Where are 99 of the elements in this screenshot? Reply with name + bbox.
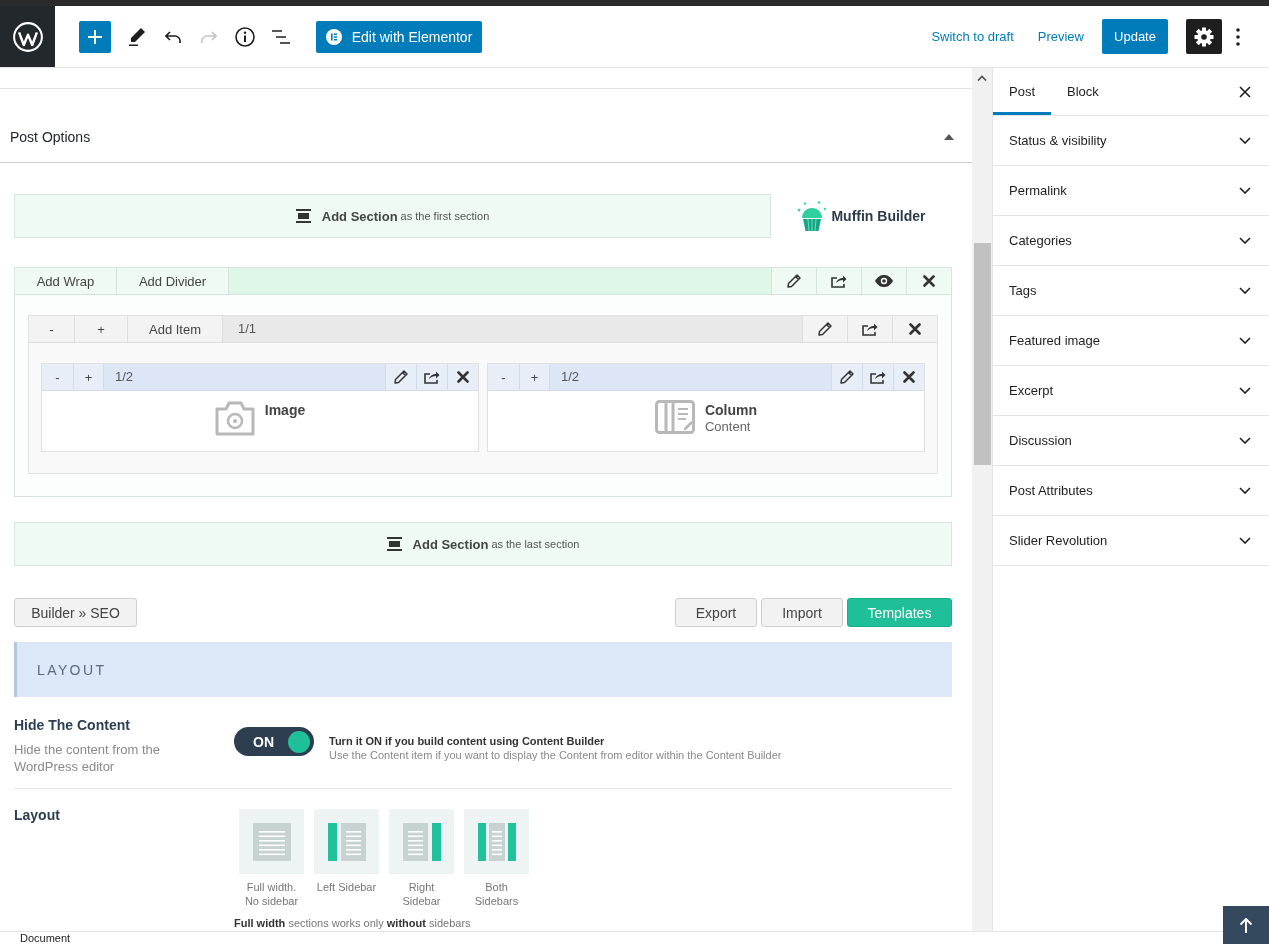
option-title: Hide The Content xyxy=(14,716,131,735)
both-sidebars-layout-icon xyxy=(477,822,516,861)
edit-button[interactable] xyxy=(771,268,816,294)
home-logo-button[interactable] xyxy=(0,6,55,67)
pencil-icon xyxy=(840,370,854,384)
increase-size-button[interactable]: + xyxy=(520,364,550,390)
camera-icon xyxy=(214,400,255,436)
add-block-button[interactable] xyxy=(79,20,111,53)
switch-to-draft-link[interactable]: Switch to draft xyxy=(925,21,1020,52)
section-heading: LAYOUT xyxy=(37,661,107,678)
close-icon xyxy=(923,275,935,287)
layout-option-label: Both Sidebars xyxy=(473,880,520,908)
elementor-edit-button[interactable]: Edit with Elementor xyxy=(316,20,482,53)
share-icon xyxy=(831,274,847,288)
export-button[interactable] xyxy=(416,364,447,390)
toggle-knob xyxy=(288,730,310,753)
help-text: Use the Content item if you want to display the Content from editor within the Content Builder xyxy=(329,748,782,762)
columns-document-icon xyxy=(654,400,695,434)
help-title: Turn it ON if you build content using Content Builder xyxy=(329,734,606,748)
preview-link[interactable]: Preview xyxy=(1031,21,1090,52)
import-button[interactable]: Import xyxy=(761,598,843,627)
add-section-button[interactable]: Add Section as the last section xyxy=(14,522,952,566)
panel-toggle[interactable]: Slider Revolution xyxy=(993,516,1269,566)
left-sidebar-layout-icon xyxy=(327,822,366,861)
add-section-button[interactable]: Add Section as the first section xyxy=(14,194,771,238)
layout-option-label: Left Sidebar xyxy=(315,880,378,894)
increase-size-button[interactable]: + xyxy=(74,364,104,390)
edit-button[interactable] xyxy=(802,316,847,342)
pencil-icon xyxy=(787,274,801,288)
decrease-size-button[interactable]: - xyxy=(488,364,520,390)
editor-logo-icon xyxy=(325,28,342,45)
section-icon xyxy=(386,537,402,551)
cupcake-icon xyxy=(797,201,828,231)
right-sidebar-layout-icon xyxy=(402,822,441,861)
share-icon xyxy=(862,322,878,336)
layout-option-label: Full width. No sidebar xyxy=(243,880,300,908)
panel-toggle[interactable]: Featured image xyxy=(993,316,1269,366)
size-label: 1/2 xyxy=(561,369,580,385)
arrow-up-icon xyxy=(1239,917,1253,933)
delete-button[interactable] xyxy=(906,268,951,294)
delete-button[interactable] xyxy=(892,316,937,342)
item-title: Image xyxy=(264,402,306,419)
close-icon xyxy=(909,323,921,335)
back-to-top-button[interactable] xyxy=(1223,906,1269,944)
close-icon xyxy=(903,371,915,383)
panel-toggle[interactable]: Discussion xyxy=(993,416,1269,466)
decrease-size-button[interactable]: - xyxy=(29,316,75,342)
collapse-triangle-icon[interactable] xyxy=(944,134,954,140)
panel-toggle[interactable]: Categories xyxy=(993,216,1269,266)
panel-toggle[interactable]: Post Attributes xyxy=(993,466,1269,516)
panel-title: Post Options xyxy=(10,128,91,147)
delete-button[interactable] xyxy=(893,364,924,390)
item-subtitle: Content xyxy=(704,419,752,434)
layout-note: Full width sections works only without sidebars xyxy=(234,916,472,930)
scrollbar-thumb[interactable] xyxy=(973,243,991,465)
option-title: Layout xyxy=(14,806,61,825)
brand-name: Muffin Builder xyxy=(831,208,926,224)
item-title: Column xyxy=(704,402,758,419)
panel-toggle[interactable]: Status & visibility xyxy=(993,116,1269,166)
sidebar-tab[interactable]: Block xyxy=(1051,68,1115,115)
option-description: Hide the content from the WordPress editor xyxy=(14,741,161,775)
close-icon xyxy=(457,371,469,383)
full-width-layout-icon xyxy=(252,822,291,861)
export-button[interactable] xyxy=(862,364,893,390)
edit-button[interactable] xyxy=(385,364,416,390)
toggle-switch[interactable]: ON xyxy=(234,727,314,756)
caret-up-icon[interactable] xyxy=(977,75,987,81)
export-button[interactable]: Export xyxy=(675,598,757,627)
share-icon xyxy=(870,370,886,384)
export-button[interactable] xyxy=(816,268,861,294)
pencil-icon xyxy=(394,370,408,384)
delete-button[interactable] xyxy=(447,364,478,390)
sidebar-tab[interactable]: Post xyxy=(993,68,1051,115)
layout-option-label: Right Sidebar xyxy=(401,880,442,908)
export-button[interactable] xyxy=(847,316,892,342)
kebab-menu-icon xyxy=(1236,27,1240,46)
builder-seo-button[interactable]: Builder » SEO xyxy=(14,598,137,627)
settings-icon xyxy=(1194,26,1214,47)
eye-icon xyxy=(875,275,893,287)
panel-toggle[interactable]: Excerpt xyxy=(993,366,1269,416)
logo-icon xyxy=(12,21,43,52)
visibility-button[interactable] xyxy=(861,268,906,294)
add-wrap-button[interactable]: Add Wrap xyxy=(15,268,117,294)
size-label: 1/2 xyxy=(115,369,134,385)
close-icon xyxy=(1239,85,1251,98)
settings-button[interactable] xyxy=(1186,19,1222,54)
increase-size-button[interactable]: + xyxy=(75,316,128,342)
add-break-button[interactable]: Add Divider xyxy=(117,268,229,294)
panel-toggle[interactable]: Permalink xyxy=(993,166,1269,216)
section-icon xyxy=(295,209,311,223)
size-label: 1/1 xyxy=(238,321,257,337)
breadcrumb-button[interactable]: Document xyxy=(20,932,71,944)
decrease-size-button[interactable]: - xyxy=(42,364,74,390)
add-item-button[interactable]: Add Item xyxy=(128,316,223,342)
update-button[interactable]: Update xyxy=(1102,19,1168,54)
panel-toggle[interactable]: Tags xyxy=(993,266,1269,316)
pencil-icon xyxy=(818,322,832,336)
edit-button[interactable] xyxy=(831,364,862,390)
share-icon xyxy=(424,370,440,384)
